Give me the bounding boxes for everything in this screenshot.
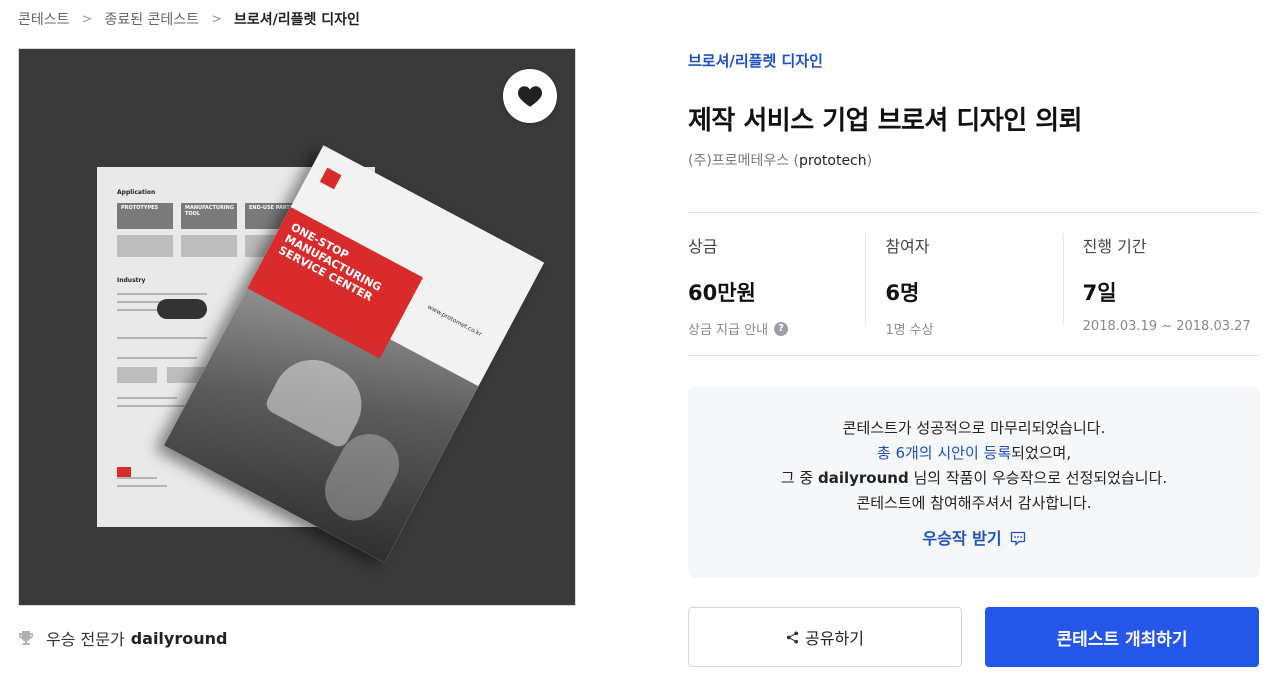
notice-line-1: 콘테스트가 성공적으로 마무리되었습니다. bbox=[842, 419, 1106, 437]
client-company: (주)프로메테우스 (prototech) bbox=[688, 150, 872, 170]
stat-period: 진행 기간 7일 2018.03.19 ~ 2018.03.27 bbox=[1062, 213, 1260, 355]
help-icon[interactable]: ? bbox=[774, 321, 789, 336]
message-icon bbox=[1010, 531, 1025, 546]
chevron-right-icon: > bbox=[211, 11, 222, 27]
client-company-name: (주)프로메테우스 ( bbox=[688, 153, 799, 169]
client-company-suffix: ) bbox=[866, 153, 873, 169]
notice-line-3: 그 중 dailyround 님의 작품이 우승작으로 선정되었습니다. bbox=[688, 466, 1260, 491]
like-button[interactable] bbox=[503, 69, 557, 123]
brochure-site: www.protomet.co.kr bbox=[426, 303, 483, 339]
heart-icon bbox=[517, 86, 543, 107]
submissions-link[interactable]: 총 6개의 시안이 등록 bbox=[877, 444, 1011, 462]
winner-name[interactable]: dailyround bbox=[818, 469, 909, 487]
client-handle: prototech bbox=[799, 153, 867, 169]
prize-payment-info-label: 상금 지급 안내 bbox=[688, 323, 769, 338]
stat-prize: 상금 60만원 상금 지급 안내 ? bbox=[688, 213, 865, 355]
prize-payment-info-link[interactable]: 상금 지급 안내 ? bbox=[688, 319, 865, 338]
share-button[interactable]: 공유하기 bbox=[688, 607, 962, 667]
notice-line-3-prefix: 그 중 bbox=[780, 469, 818, 487]
breadcrumb-item-contest[interactable]: 콘테스트 bbox=[18, 9, 70, 29]
host-contest-button[interactable]: 콘테스트 개최하기 bbox=[985, 607, 1259, 667]
winning-expert-name[interactable]: dailyround bbox=[131, 629, 228, 648]
stat-period-value: 7일 bbox=[1082, 281, 1117, 305]
breadcrumb-item-ended[interactable]: 종료된 콘테스트 bbox=[104, 9, 199, 29]
receive-winning-work-label: 우승작 받기 bbox=[922, 529, 1002, 548]
notice-line-3-rest: 님의 작품이 우승작으로 선정되었습니다. bbox=[908, 469, 1168, 487]
brochure-card-2: MANUFACTURING TOOL bbox=[185, 205, 234, 217]
notice-line-2-rest: 되었으며, bbox=[1011, 444, 1072, 462]
brochure-card-1: PROTOTYPES bbox=[121, 205, 159, 211]
notice-line-4: 콘테스트에 참여해주셔서 감사합니다. bbox=[856, 494, 1092, 512]
stat-period-label: 진행 기간 bbox=[1082, 237, 1147, 256]
contest-image: Application PROTOTYPES MANUFACTURING TOO… bbox=[18, 48, 576, 606]
contest-result-notice: 콘테스트가 성공적으로 마무리되었습니다. 총 6개의 시안이 등록되었으며, … bbox=[688, 386, 1260, 578]
contest-category[interactable]: 브로셔/리플렛 디자인 bbox=[688, 50, 823, 71]
share-icon bbox=[786, 630, 799, 644]
stat-prize-label: 상금 bbox=[688, 237, 718, 256]
stat-period-dates: 2018.03.19 ~ 2018.03.27 bbox=[1082, 319, 1251, 334]
contest-stats: 상금 60만원 상금 지급 안내 ? 참여자 6명 1명 수상 진행 기간 7일… bbox=[688, 212, 1260, 356]
notice-line-2: 총 6개의 시안이 등록되었으며, bbox=[688, 441, 1260, 466]
share-label: 공유하기 bbox=[805, 629, 864, 648]
chevron-right-icon: > bbox=[81, 11, 93, 27]
stat-participants-label: 참여자 bbox=[885, 237, 930, 256]
stat-participants-sub: 1명 수상 bbox=[885, 323, 934, 338]
breadcrumb: 콘테스트 > 종료된 콘테스트 > 브로셔/리플렛 디자인 bbox=[18, 9, 360, 29]
breadcrumb-item-current: 브로셔/리플렛 디자인 bbox=[233, 12, 360, 28]
contest-title: 제작 서비스 기업 브로셔 디자인 의뢰 bbox=[688, 106, 1083, 136]
brochure-section-application: Application bbox=[117, 189, 156, 196]
winning-expert-label: 우승 전문가 bbox=[46, 630, 125, 649]
stat-participants-value: 6명 bbox=[885, 281, 920, 305]
trophy-icon bbox=[19, 631, 33, 645]
host-contest-label: 콘테스트 개최하기 bbox=[1056, 629, 1188, 650]
stat-prize-value: 60만원 bbox=[688, 281, 756, 305]
brochure-section-industry: Industry bbox=[117, 277, 146, 284]
brochure-card-3: END-USE PARTS bbox=[249, 205, 294, 211]
receive-winning-work-button[interactable]: 우승작 받기 bbox=[922, 526, 1025, 551]
stat-participants: 참여자 6명 1명 수상 bbox=[865, 213, 1062, 355]
winning-expert: 우승 전문가 dailyround bbox=[18, 626, 227, 650]
